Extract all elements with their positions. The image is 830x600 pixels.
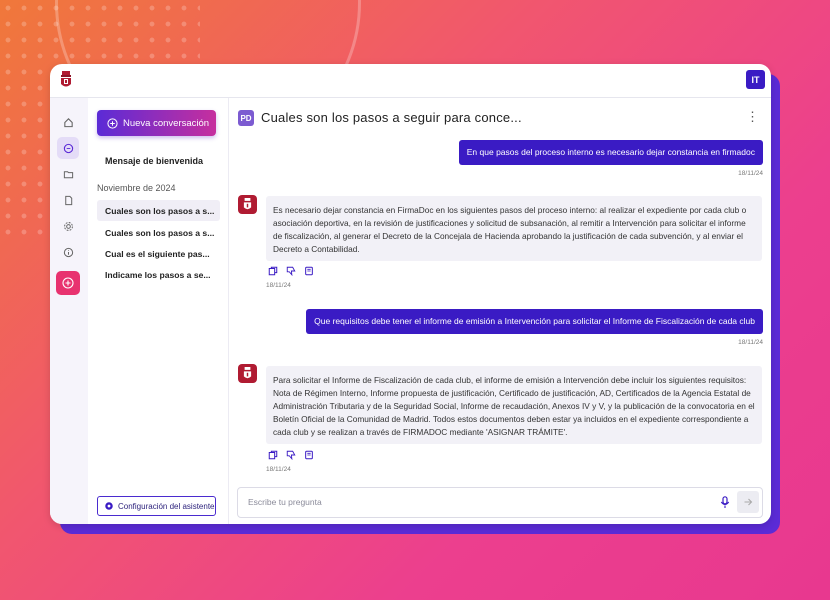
copy-icon[interactable] xyxy=(268,450,278,460)
send-arrow-icon xyxy=(744,498,753,506)
book-icon[interactable] xyxy=(304,266,314,276)
more-options-icon[interactable]: ⋮ xyxy=(746,110,759,123)
folder-icon xyxy=(63,170,73,178)
conversation-sidebar: Nueva conversación Mensaje de bienvenida… xyxy=(88,98,229,524)
rail-new-chat-button[interactable] xyxy=(56,271,80,295)
message-actions xyxy=(268,450,314,460)
thumbs-down-icon[interactable] xyxy=(286,450,296,460)
gear-icon xyxy=(63,221,73,231)
crest-logo-icon xyxy=(61,71,71,87)
message-actions xyxy=(268,266,314,276)
copy-icon[interactable] xyxy=(268,266,278,276)
rail-home-button[interactable] xyxy=(57,111,79,133)
gear-icon xyxy=(105,502,113,510)
rail-settings-button[interactable] xyxy=(57,215,79,237)
chat-panel: PD Cuales son los pasos a seguir para co… xyxy=(229,98,771,524)
rail-document-button[interactable] xyxy=(57,189,79,211)
assistant-config-label: Configuración del asistente xyxy=(118,501,215,511)
conversation-title: Cuales son los pasos a seguir para conce… xyxy=(261,110,522,125)
conversation-item[interactable]: Cual es el siguiente pas... xyxy=(97,243,220,264)
microphone-icon[interactable] xyxy=(720,496,730,509)
home-icon xyxy=(63,117,73,127)
user-avatar[interactable]: IT xyxy=(746,70,765,89)
assistant-avatar xyxy=(238,195,257,214)
user-message: En que pasos del proceso interno es nece… xyxy=(458,140,763,165)
question-input-box xyxy=(237,487,763,518)
rail-chat-button[interactable] xyxy=(57,137,79,159)
message-timestamp: 18/11/24 xyxy=(266,282,291,289)
assistant-avatar xyxy=(238,364,257,383)
plus-circle-icon xyxy=(62,277,74,289)
assistant-message: Es necesario dejar constancia en FirmaDo… xyxy=(266,196,762,261)
book-icon[interactable] xyxy=(304,450,314,460)
crest-icon xyxy=(243,367,252,379)
message-timestamp: 18/11/24 xyxy=(738,339,763,346)
send-button[interactable] xyxy=(737,491,759,513)
conversation-item[interactable]: Cuales son los pasos a s... xyxy=(97,200,220,221)
conversation-badge: PD xyxy=(238,110,254,126)
assistant-message: Para solicitar el Informe de Fiscalizaci… xyxy=(266,366,762,444)
app-window: IT Nueva conversación Mensaje de bienven xyxy=(50,64,771,524)
conversation-item[interactable]: Indicame los pasos a se... xyxy=(97,264,220,285)
chat-icon xyxy=(63,143,73,153)
rail-folder-button[interactable] xyxy=(57,163,79,185)
rail-info-button[interactable] xyxy=(57,241,79,263)
date-group-heading: Noviembre de 2024 xyxy=(97,183,176,193)
new-conversation-label: Nueva conversación xyxy=(123,117,210,129)
top-bar: IT xyxy=(50,64,771,98)
info-icon xyxy=(63,247,73,257)
message-timestamp: 18/11/24 xyxy=(738,170,763,177)
crest-icon xyxy=(243,198,252,210)
question-input[interactable] xyxy=(246,496,690,508)
assistant-config-button[interactable]: Configuración del asistente xyxy=(97,496,216,516)
welcome-message-item[interactable]: Mensaje de bienvenida xyxy=(105,156,203,166)
document-icon xyxy=(64,195,72,205)
plus-circle-icon xyxy=(107,117,118,129)
new-conversation-button[interactable]: Nueva conversación xyxy=(97,110,216,136)
thumbs-down-icon[interactable] xyxy=(286,266,296,276)
message-timestamp: 18/11/24 xyxy=(266,466,291,473)
icon-rail xyxy=(50,98,89,524)
user-message: Que requisitos debe tener el informe de … xyxy=(306,309,763,334)
conversation-item[interactable]: Cuales son los pasos a s... xyxy=(97,222,220,243)
